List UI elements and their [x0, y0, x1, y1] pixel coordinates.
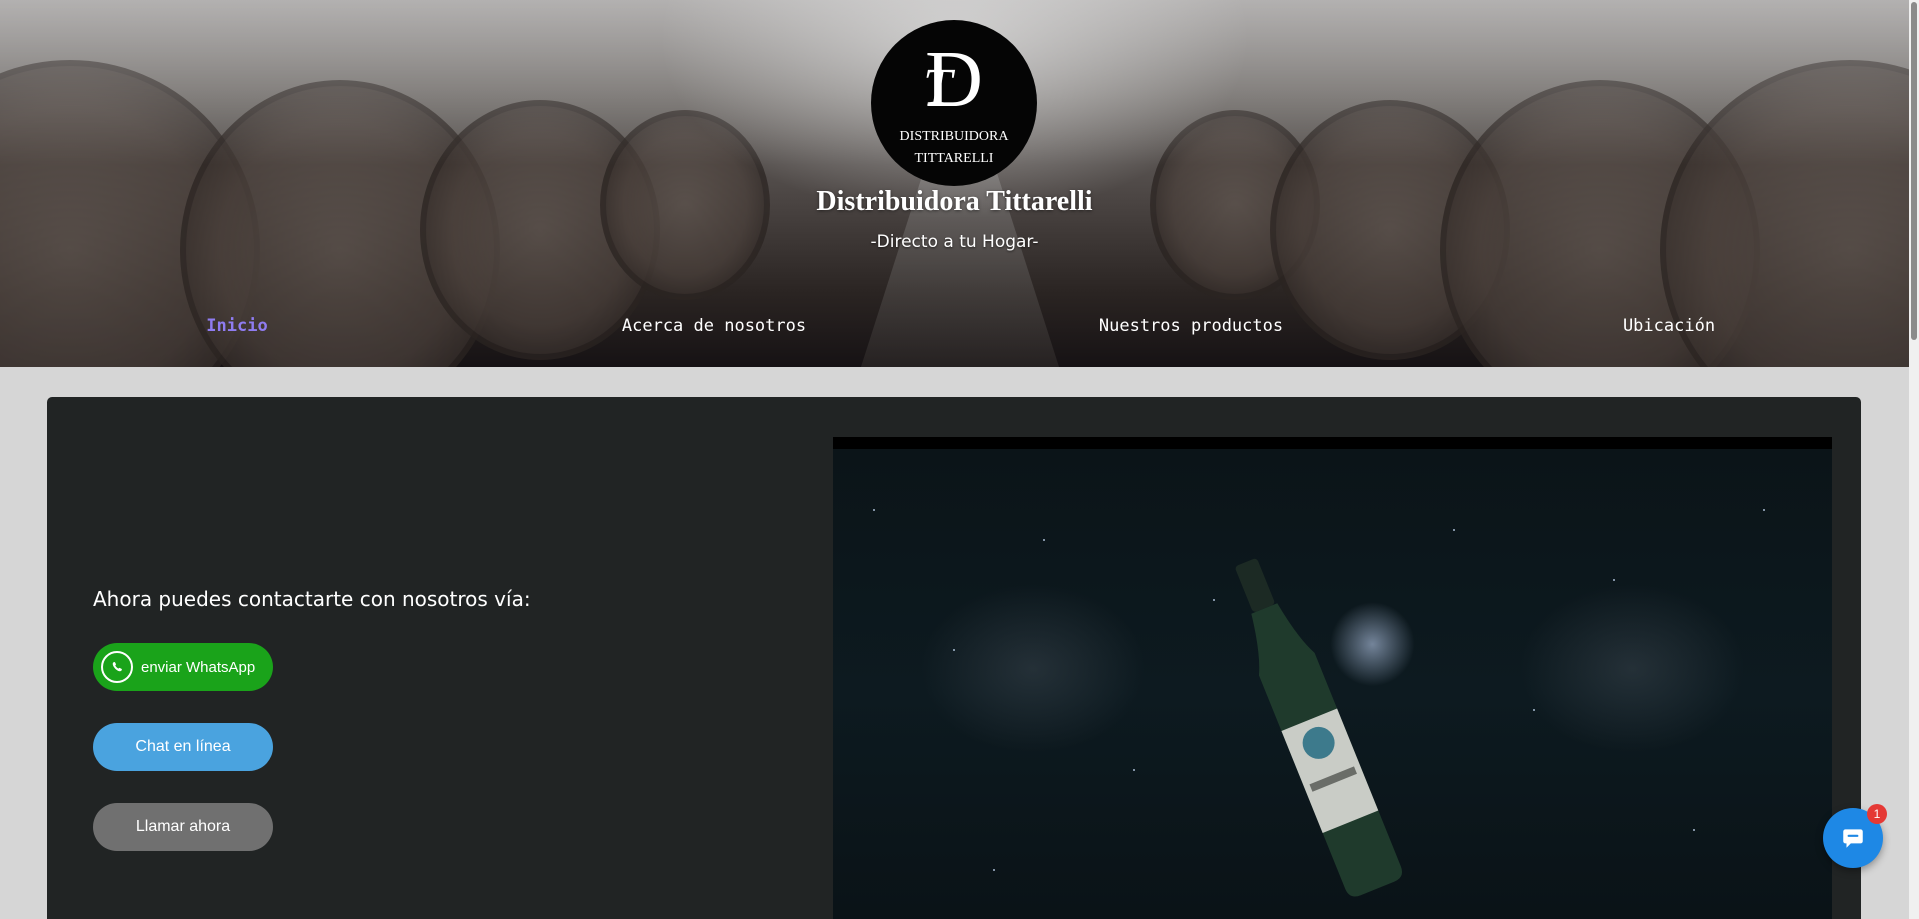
star	[1453, 529, 1455, 531]
nav-item-ubicacion[interactable]: Ubicación	[1623, 316, 1715, 336]
chat-online-button[interactable]: Chat en línea	[93, 723, 273, 771]
notification-badge: 1	[1867, 804, 1887, 824]
star	[1613, 579, 1615, 581]
contact-heading: Ahora puedes contactarte con nosotros ví…	[93, 587, 531, 611]
site-title: Distribuidora Tittarelli	[816, 186, 1093, 217]
scrollbar-thumb[interactable]	[1911, 2, 1917, 340]
chat-widget-button[interactable]: 1	[1823, 804, 1887, 868]
main-nav: Inicio Acerca de nosotros Nuestros produ…	[0, 316, 1909, 346]
nav-item-inicio[interactable]: Inicio	[206, 316, 267, 336]
star	[953, 649, 955, 651]
star	[1763, 509, 1765, 511]
star	[1693, 829, 1695, 831]
whatsapp-label: enviar WhatsApp	[141, 658, 256, 676]
logo[interactable]: D T DISTRIBUIDORA TITTARELLI	[871, 20, 1037, 186]
page-scrollbar[interactable]	[1909, 0, 1919, 919]
main-card: Ahora puedes contactarte con nosotros ví…	[47, 397, 1861, 919]
site-subtitle: -Directo a tu Hogar-	[870, 232, 1039, 252]
logo-text: DISTRIBUIDORA TITTARELLI	[899, 129, 1009, 166]
nav-item-acerca[interactable]: Acerca de nosotros	[622, 316, 806, 336]
nav-item-productos[interactable]: Nuestros productos	[1099, 316, 1283, 336]
chat-bubble-icon	[1843, 829, 1863, 848]
logo-monogram: D T	[923, 36, 983, 124]
call-now-button[interactable]: Llamar ahora	[93, 803, 273, 851]
whatsapp-icon	[101, 651, 133, 683]
video-frame	[833, 449, 1832, 919]
star	[1533, 709, 1535, 711]
hero-banner: D T DISTRIBUIDORA TITTARELLI Distribuido…	[0, 0, 1909, 367]
star	[993, 869, 995, 871]
star	[873, 509, 875, 511]
wine-bottle-image	[1235, 558, 1403, 897]
whatsapp-button[interactable]: enviar WhatsApp	[93, 643, 273, 691]
star	[1133, 769, 1135, 771]
star	[1043, 539, 1045, 541]
product-video[interactable]	[833, 437, 1832, 919]
